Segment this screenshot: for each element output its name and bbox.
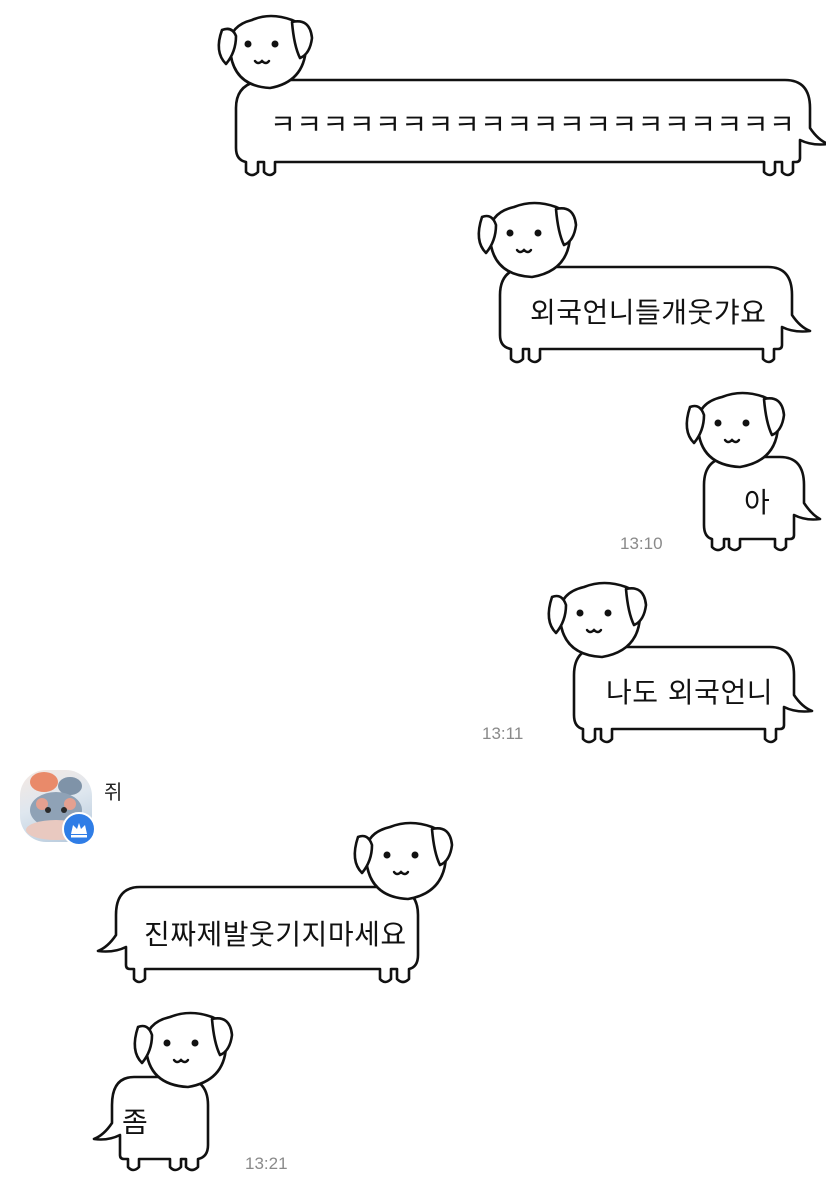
message-text: 아 bbox=[744, 486, 771, 519]
long-dog-sticker-icon bbox=[477, 201, 812, 364]
timestamp: 13:11 bbox=[482, 724, 524, 743]
message-text: ㅋㅋㅋㅋㅋㅋㅋㅋㅋㅋㅋㅋㅋㅋㅋㅋㅋㅋㅋㅋ bbox=[270, 108, 796, 141]
sender-name: 쥐 bbox=[104, 780, 123, 804]
message-text: 좀 bbox=[122, 1106, 149, 1139]
message-text: 나도 외국언니 bbox=[606, 676, 773, 709]
message-bubble[interactable]: 나도 외국언니 bbox=[540, 575, 822, 747]
timestamp: 13:21 bbox=[245, 1154, 288, 1173]
message-text: 진짜제발웃기지마세요 bbox=[144, 918, 407, 951]
message-bubble[interactable]: 아 bbox=[680, 385, 822, 557]
long-dog-sticker-icon bbox=[547, 581, 814, 744]
message-bubble[interactable]: 진짜제발웃기지마세요 bbox=[90, 815, 454, 987]
message-bubble[interactable]: 좀 bbox=[92, 1005, 242, 1177]
message-bubble[interactable]: ㅋㅋㅋㅋㅋㅋㅋㅋㅋㅋㅋㅋㅋㅋㅋㅋㅋㅋㅋㅋ bbox=[200, 8, 826, 180]
long-dog-sticker-icon bbox=[92, 1011, 234, 1172]
long-dog-sticker-icon bbox=[217, 14, 826, 177]
timestamp: 13:10 bbox=[620, 534, 663, 553]
long-dog-sticker-icon bbox=[96, 821, 454, 984]
message-bubble[interactable]: 외국언니들개웃갸요 bbox=[468, 195, 824, 367]
long-dog-sticker-icon bbox=[685, 391, 822, 552]
message-text: 외국언니들개웃갸요 bbox=[530, 296, 767, 329]
